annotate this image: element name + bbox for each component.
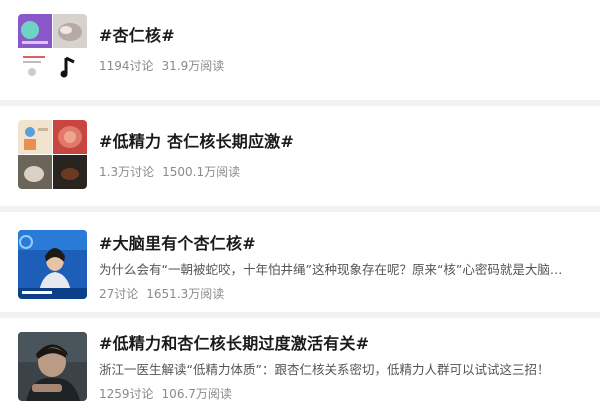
topic-thumbnail[interactable] (18, 14, 87, 83)
topic-info: #杏仁核# 1194讨论 31.9万阅读 (99, 26, 580, 74)
topic-title[interactable]: #大脑里有个杏仁核# (99, 234, 580, 254)
topic-title[interactable]: #杏仁核# (99, 26, 580, 46)
topic-stats: 1.3万讨论 1500.1万阅读 (99, 164, 580, 180)
discussion-count: 1259讨论 (99, 387, 154, 401)
topic-thumbnail[interactable] (18, 332, 87, 401)
topic-card[interactable]: #低精力和杏仁核长期过度激活有关# 浙江一医生解读“低精力体质”：跟杏仁核关系密… (0, 318, 600, 416)
topic-description: 为什么会有“一朝被蛇咬，十年怕井绳”这种现象存在呢？原来“核”心密码就是大脑里的… (99, 262, 569, 277)
topic-title[interactable]: #低精力 杏仁核长期应激# (99, 132, 580, 152)
topic-description: 浙江一医生解读“低精力体质”：跟杏仁核关系密切，低精力人群可以试试这三招！ (99, 362, 550, 377)
topic-card[interactable]: #大脑里有个杏仁核# 为什么会有“一朝被蛇咬，十年怕井绳”这种现象存在呢？原来“… (0, 212, 600, 312)
read-count: 1651.3万阅读 (146, 287, 225, 301)
topic-thumbnail[interactable] (18, 230, 87, 299)
topic-info: #大脑里有个杏仁核# 为什么会有“一朝被蛇咬，十年怕井绳”这种现象存在呢？原来“… (99, 234, 580, 302)
topic-card[interactable]: #低精力 杏仁核长期应激# 1.3万讨论 1500.1万阅读 (0, 106, 600, 206)
topic-stats: 27讨论 1651.3万阅读 (99, 286, 580, 302)
topic-info: #低精力 杏仁核长期应激# 1.3万讨论 1500.1万阅读 (99, 132, 580, 180)
topic-card[interactable]: #杏仁核# 1194讨论 31.9万阅读 (0, 0, 600, 100)
topic-thumbnail[interactable] (18, 120, 87, 189)
read-count: 106.7万阅读 (161, 387, 232, 401)
discussion-count: 27讨论 (99, 287, 139, 301)
topic-info: #低精力和杏仁核长期过度激活有关# 浙江一医生解读“低精力体质”：跟杏仁核关系密… (99, 334, 580, 402)
read-count: 31.9万阅读 (161, 59, 225, 73)
topic-title[interactable]: #低精力和杏仁核长期过度激活有关# (99, 334, 580, 354)
topic-stats: 1259讨论 106.7万阅读 (99, 386, 580, 402)
read-count: 1500.1万阅读 (162, 165, 241, 179)
topic-list: #杏仁核# 1194讨论 31.9万阅读 #低精力 杏仁核长期应激# 1.3万讨… (0, 0, 600, 416)
discussion-count: 1.3万讨论 (99, 165, 155, 179)
discussion-count: 1194讨论 (99, 59, 154, 73)
topic-stats: 1194讨论 31.9万阅读 (99, 58, 580, 74)
